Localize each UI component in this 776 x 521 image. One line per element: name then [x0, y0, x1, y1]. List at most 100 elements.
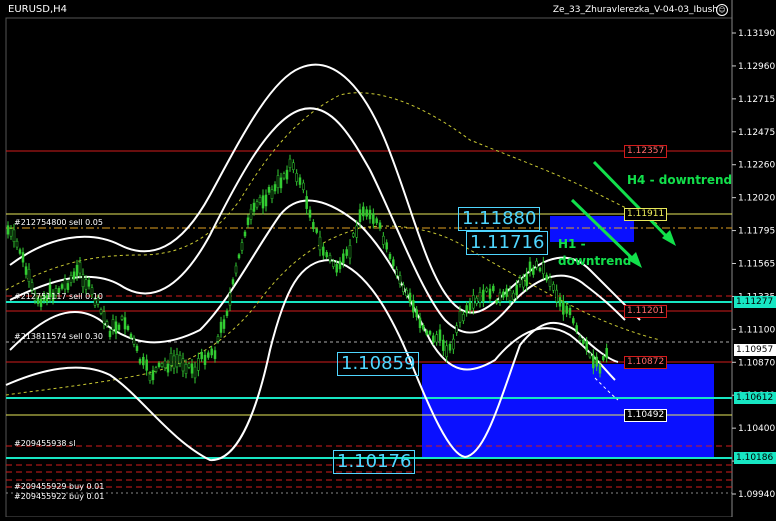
- price-axis-tick-label: 1.12260: [738, 161, 775, 171]
- candle-body: [432, 335, 435, 343]
- candle-body: [415, 309, 418, 318]
- candle-body: [151, 370, 155, 381]
- candle-body: [478, 292, 482, 303]
- candle-body: [595, 356, 598, 367]
- candle-body: [163, 360, 167, 369]
- candle-body: [548, 277, 552, 287]
- candle-body: [338, 260, 342, 270]
- level-tag-10492: 1.10492: [624, 409, 668, 422]
- candle-body: [418, 317, 422, 329]
- candle-body: [305, 196, 308, 209]
- candle-body: [498, 292, 502, 302]
- candle-body: [193, 366, 197, 379]
- candle-body: [328, 255, 332, 262]
- candle-body: [157, 362, 161, 367]
- level-tag-11201: 1.11201: [624, 305, 668, 318]
- candle-body: [405, 289, 408, 296]
- candle-body: [302, 182, 305, 191]
- candle-body: [99, 309, 103, 314]
- candle-body: [264, 194, 268, 207]
- level-tag-11911: 1.11911: [624, 208, 668, 221]
- candle-body: [255, 201, 259, 208]
- candle-body: [216, 336, 220, 342]
- candle-body: [365, 209, 368, 217]
- candle-body: [375, 218, 378, 224]
- candle-body: [402, 284, 405, 292]
- price-axis-tick-label: 1.10400: [738, 424, 775, 434]
- candle-body: [72, 271, 76, 280]
- candle-body: [345, 249, 348, 256]
- candle-body: [135, 345, 139, 351]
- price-axis-tick-label: 1.12475: [738, 128, 775, 138]
- price-axis-tick-label: 1.12715: [738, 95, 775, 105]
- candle-body: [237, 254, 241, 259]
- candle-body: [78, 262, 82, 274]
- candle-body: [120, 315, 124, 320]
- candle-body: [455, 325, 458, 333]
- candle-body: [298, 177, 302, 185]
- candle-body: [292, 162, 295, 170]
- price-chart[interactable]: 1.13190 1.12960 1.12715 1.12475 1.12260 1.120…: [0, 0, 776, 518]
- candle-body: [219, 321, 223, 333]
- candle-body: [535, 260, 538, 268]
- demand-zone-box: [422, 364, 714, 458]
- candle-body: [228, 292, 232, 306]
- candle-body: [258, 197, 262, 203]
- candle-body: [279, 177, 283, 189]
- candle-body: [69, 275, 73, 283]
- box-label-10176: 1.10176: [333, 450, 416, 474]
- candle-body: [445, 345, 448, 358]
- candle-body: [475, 297, 478, 304]
- level-tag-10872: 1.10872: [624, 356, 668, 369]
- candle-body: [84, 279, 88, 290]
- price-axis-tick-label: 1.12020: [738, 194, 775, 204]
- candle-body: [442, 339, 445, 351]
- symbol-title: EURUSD,H4: [8, 4, 68, 15]
- candle-body: [592, 355, 595, 369]
- price-axis-tick-label: 1.12960: [738, 62, 775, 72]
- candle-body: [282, 173, 286, 179]
- candle-body: [332, 261, 335, 267]
- candle-body: [117, 324, 121, 330]
- band-outer-upper: [9, 63, 641, 321]
- candle-body: [425, 330, 428, 335]
- candle-body: [166, 363, 170, 373]
- order-label-5: #209455929 buy 0.01: [14, 482, 105, 491]
- candle-body: [525, 273, 528, 286]
- smiley-icon: ☺: [716, 4, 728, 16]
- candle-body: [588, 352, 592, 358]
- candle-body: [231, 279, 235, 285]
- candle-body: [252, 202, 256, 212]
- candle-body: [249, 208, 253, 220]
- candle-body: [145, 359, 148, 371]
- candle-body: [261, 195, 265, 209]
- candle-body: [187, 363, 191, 368]
- candle-body: [585, 341, 588, 351]
- order-label-1: #212754800 sell 0.05: [14, 218, 103, 227]
- candle-body: [234, 265, 238, 274]
- candle-body: [190, 363, 194, 374]
- box-label-11880: 1.11880: [458, 207, 541, 231]
- candle-body: [598, 364, 602, 374]
- candle-body: [372, 213, 375, 224]
- candle-body: [532, 267, 535, 275]
- candle-body: [568, 307, 572, 316]
- indicator-name: Ze_33_Zhuravlerezka_V-04-03_Ibush: [552, 5, 718, 15]
- candle-body: [558, 297, 562, 307]
- price-axis-tick-label: 1.11795: [738, 227, 775, 237]
- candle-body: [160, 363, 164, 367]
- candle-body: [108, 330, 112, 338]
- h1-downtrend-label-line1: H1 -: [558, 237, 586, 251]
- candle-body: [102, 311, 106, 324]
- candle-body: [154, 367, 158, 372]
- price-axis: 1.13190 1.12960 1.12715 1.12475 1.12260 1.120…: [732, 29, 775, 500]
- candle-body: [358, 209, 362, 223]
- price-axis-tick-label: 1.11100: [738, 325, 775, 335]
- price-axis-tick-label: 1.11565: [738, 260, 775, 270]
- candle-body: [207, 352, 210, 358]
- chart-window[interactable]: 1.13190 1.12960 1.12715 1.12475 1.12260 1.120…: [0, 0, 776, 518]
- candle-body: [270, 189, 274, 199]
- candle-body: [438, 329, 442, 341]
- candle-body: [6, 225, 10, 235]
- h1-downtrend-label-line2: downtrend: [558, 254, 632, 268]
